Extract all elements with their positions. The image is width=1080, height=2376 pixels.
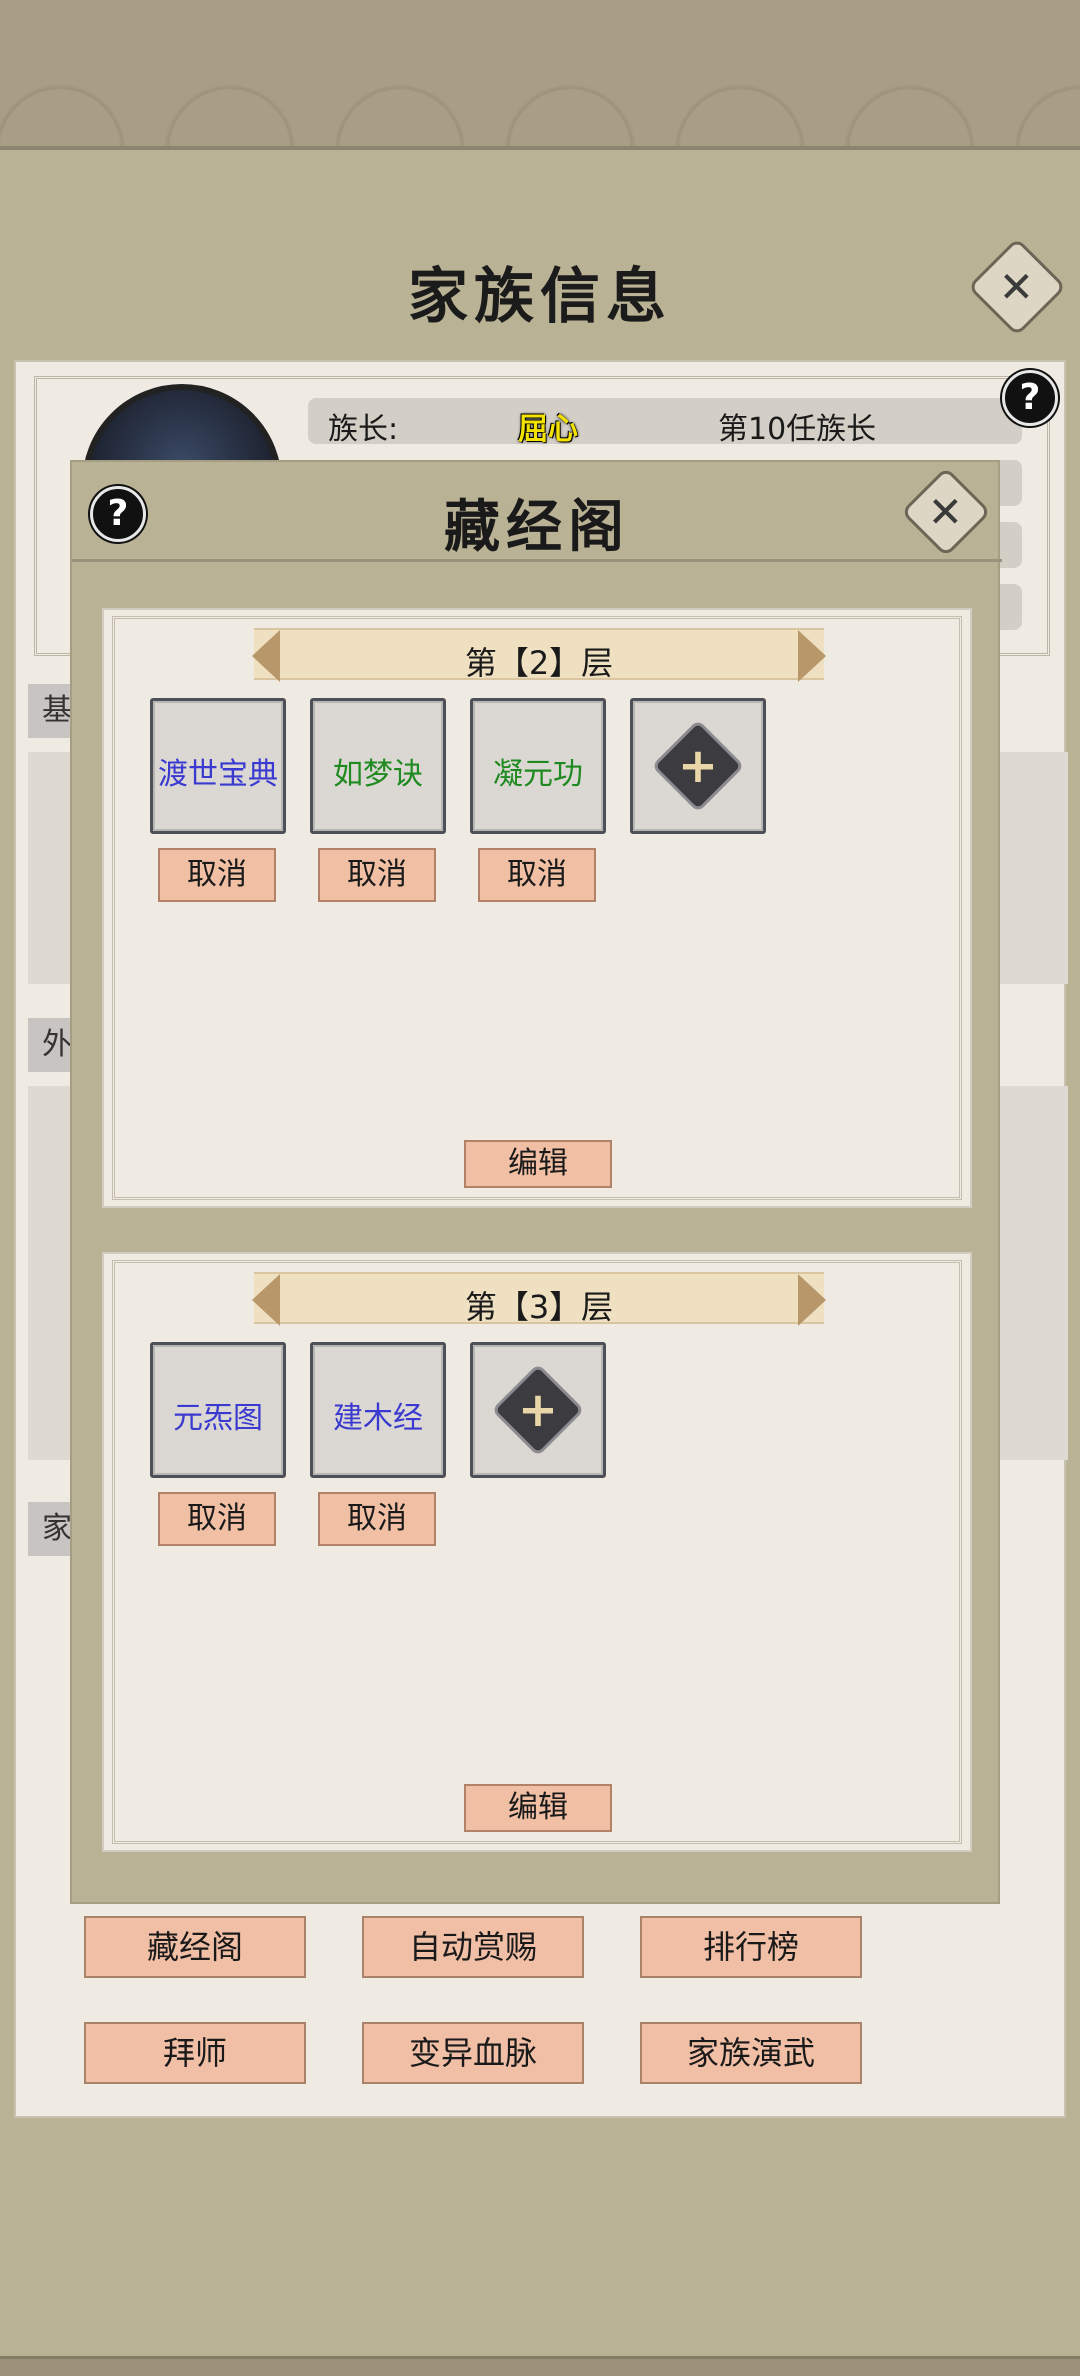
plus-icon: +: [491, 1363, 585, 1457]
family-martial-button[interactable]: 家族演武: [640, 2022, 862, 2084]
cancel-button[interactable]: 取消: [318, 1492, 436, 1546]
bloodline-button[interactable]: 变异血脉: [362, 2022, 584, 2084]
floor-header: 第【3】层: [252, 1272, 826, 1326]
leader-name: 屈心: [518, 412, 578, 447]
library-title-bar: ? 藏经阁 ✕: [72, 462, 1002, 562]
floor-panel-3: 第【3】层 元炁图 建木经 + 取消 取消 编辑: [102, 1252, 972, 1852]
book-slot[interactable]: 建木经: [310, 1342, 446, 1478]
leader-row: 族长: 屈心 第10任族长: [308, 398, 1022, 447]
book-slot[interactable]: 渡世宝典: [150, 698, 286, 834]
plus-icon: +: [651, 719, 745, 813]
decorative-bottom-band: [0, 2356, 1080, 2376]
page-title: 家族信息: [408, 262, 672, 332]
auto-reward-button[interactable]: 自动赏赐: [362, 1916, 584, 1978]
cancel-button[interactable]: 取消: [318, 848, 436, 902]
floor-panel-2: 第【2】层 渡世宝典 如梦诀 凝元功 + 取消 取消 取消 编辑: [102, 608, 972, 1208]
book-name: 渡世宝典: [158, 757, 278, 792]
family-help-button[interactable]: ?: [1002, 370, 1058, 426]
floor-header: 第【2】层: [252, 628, 826, 682]
cancel-button[interactable]: 取消: [158, 848, 276, 902]
book-slot[interactable]: 凝元功: [470, 698, 606, 834]
library-modal: ? 藏经阁 ✕ 第【2】层 渡世宝典 如梦诀 凝元功 + 取消 取消 取消 编辑: [70, 460, 1002, 1904]
book-name: 建木经: [333, 1401, 423, 1436]
leaderboard-button[interactable]: 排行榜: [640, 1916, 862, 1978]
floor-label: 第【3】层: [464, 1288, 614, 1326]
close-icon: ✕: [928, 487, 964, 537]
close-icon: ✕: [999, 262, 1035, 312]
add-book-slot[interactable]: +: [470, 1342, 606, 1478]
book-name: 凝元功: [493, 757, 583, 792]
apprentice-button[interactable]: 拜师: [84, 2022, 306, 2084]
cancel-button[interactable]: 取消: [158, 1492, 276, 1546]
decorative-top-banner: [0, 0, 1080, 150]
add-book-slot[interactable]: +: [630, 698, 766, 834]
leader-label: 族长:: [328, 412, 399, 447]
book-name: 如梦诀: [333, 757, 423, 792]
book-slot[interactable]: 如梦诀: [310, 698, 446, 834]
book-name: 元炁图: [173, 1401, 263, 1436]
library-title: 藏经阁: [444, 494, 630, 560]
edit-button[interactable]: 编辑: [464, 1140, 612, 1188]
leader-rank: 第10任族长: [718, 412, 877, 447]
library-button[interactable]: 藏经阁: [84, 1916, 306, 1978]
help-icon: ?: [1019, 377, 1041, 418]
book-slot[interactable]: 元炁图: [150, 1342, 286, 1478]
floor-label: 第【2】层: [464, 644, 614, 682]
cancel-button[interactable]: 取消: [478, 848, 596, 902]
edit-button[interactable]: 编辑: [464, 1784, 612, 1832]
